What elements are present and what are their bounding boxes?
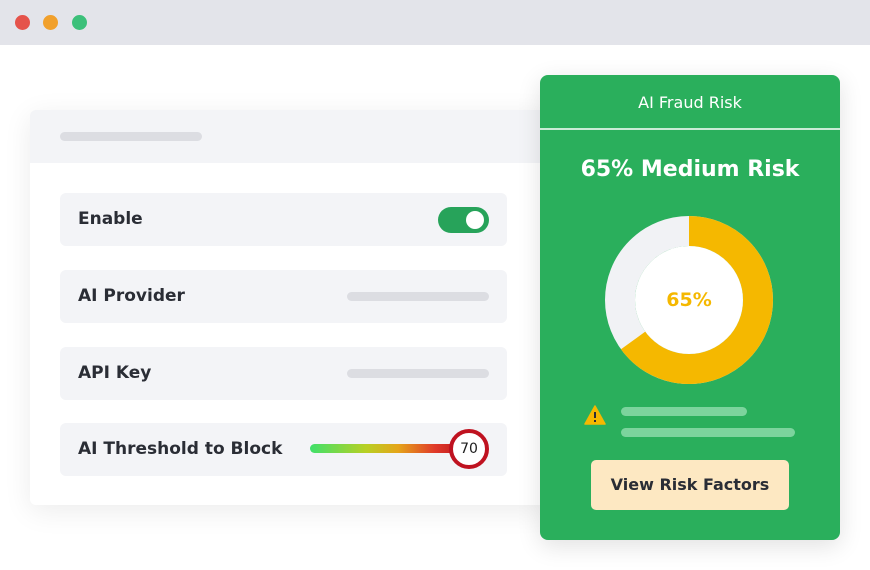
enable-label: Enable [78,209,143,229]
window-titlebar [0,0,870,45]
ai-provider-field[interactable] [347,292,489,301]
api-key-label: API Key [78,363,152,383]
enable-toggle[interactable] [438,207,489,233]
title-divider [540,128,840,130]
risk-factor-line [621,428,795,437]
header-title-placeholder [60,132,202,141]
minimize-window-button[interactable] [43,15,58,30]
risk-heading: 65% Medium Risk [580,157,800,182]
risk-factor-line [621,407,747,416]
settings-header [30,110,550,163]
api-key-field[interactable] [347,369,489,378]
donut-percent-label: 65% [666,289,712,311]
fraud-risk-panel: AI Fraud Risk 65% Medium Risk 65% View R… [540,75,840,540]
view-risk-factors-button[interactable]: View Risk Factors [591,460,789,510]
threshold-label: AI Threshold to Block [78,439,283,459]
enable-row: Enable [60,193,507,246]
risk-panel-title: AI Fraud Risk [638,93,742,112]
ai-provider-label: AI Provider [78,286,185,306]
api-key-row: API Key [60,347,507,400]
maximize-window-button[interactable] [72,15,87,30]
close-window-button[interactable] [15,15,30,30]
threshold-row: AI Threshold to Block 70 [60,423,507,476]
settings-panel: Enable AI Provider API Key AI Threshold … [30,110,550,505]
warning-icon [584,405,606,425]
threshold-slider-handle[interactable]: 70 [449,429,489,469]
threshold-slider-track[interactable] [310,444,470,453]
ai-provider-row: AI Provider [60,270,507,323]
toggle-knob [466,211,484,229]
